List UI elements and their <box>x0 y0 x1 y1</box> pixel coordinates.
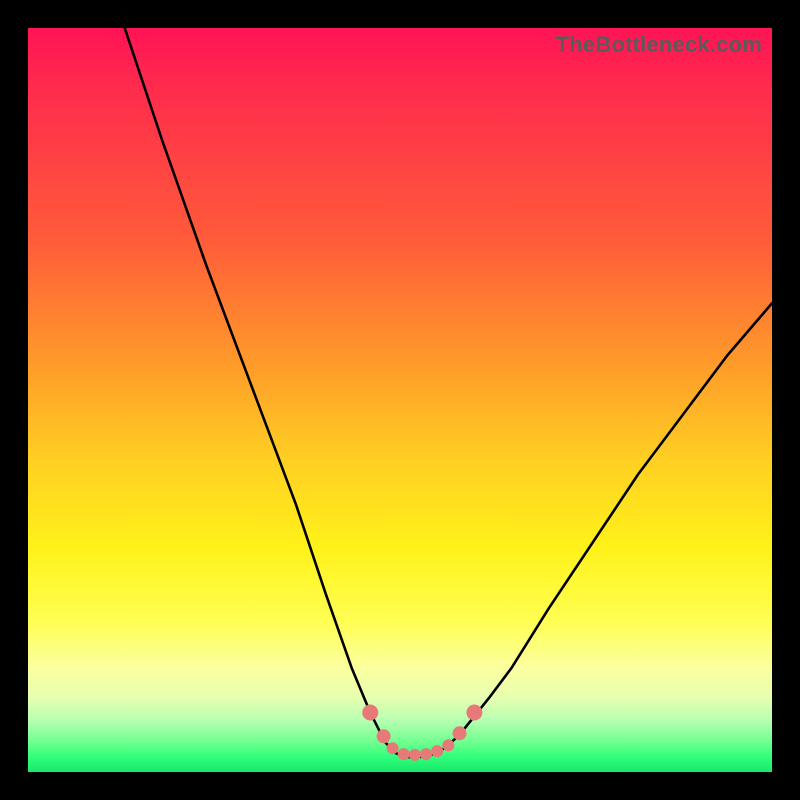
bottleneck-curve <box>125 28 772 757</box>
chart-frame: TheBottleneck.com <box>0 0 800 800</box>
valley-marker <box>387 742 399 754</box>
watermark-text: TheBottleneck.com <box>556 32 762 58</box>
valley-marker <box>398 748 410 760</box>
valley-markers <box>362 704 482 760</box>
valley-marker <box>442 739 454 751</box>
valley-marker <box>377 729 391 743</box>
valley-marker <box>362 704 378 720</box>
chart-series-group <box>125 28 772 761</box>
bottleneck-chart-svg <box>28 28 772 772</box>
valley-marker <box>431 745 443 757</box>
valley-marker <box>453 726 467 740</box>
valley-marker <box>409 749 421 761</box>
valley-marker <box>466 704 482 720</box>
valley-marker <box>420 748 432 760</box>
plot-area: TheBottleneck.com <box>28 28 772 772</box>
